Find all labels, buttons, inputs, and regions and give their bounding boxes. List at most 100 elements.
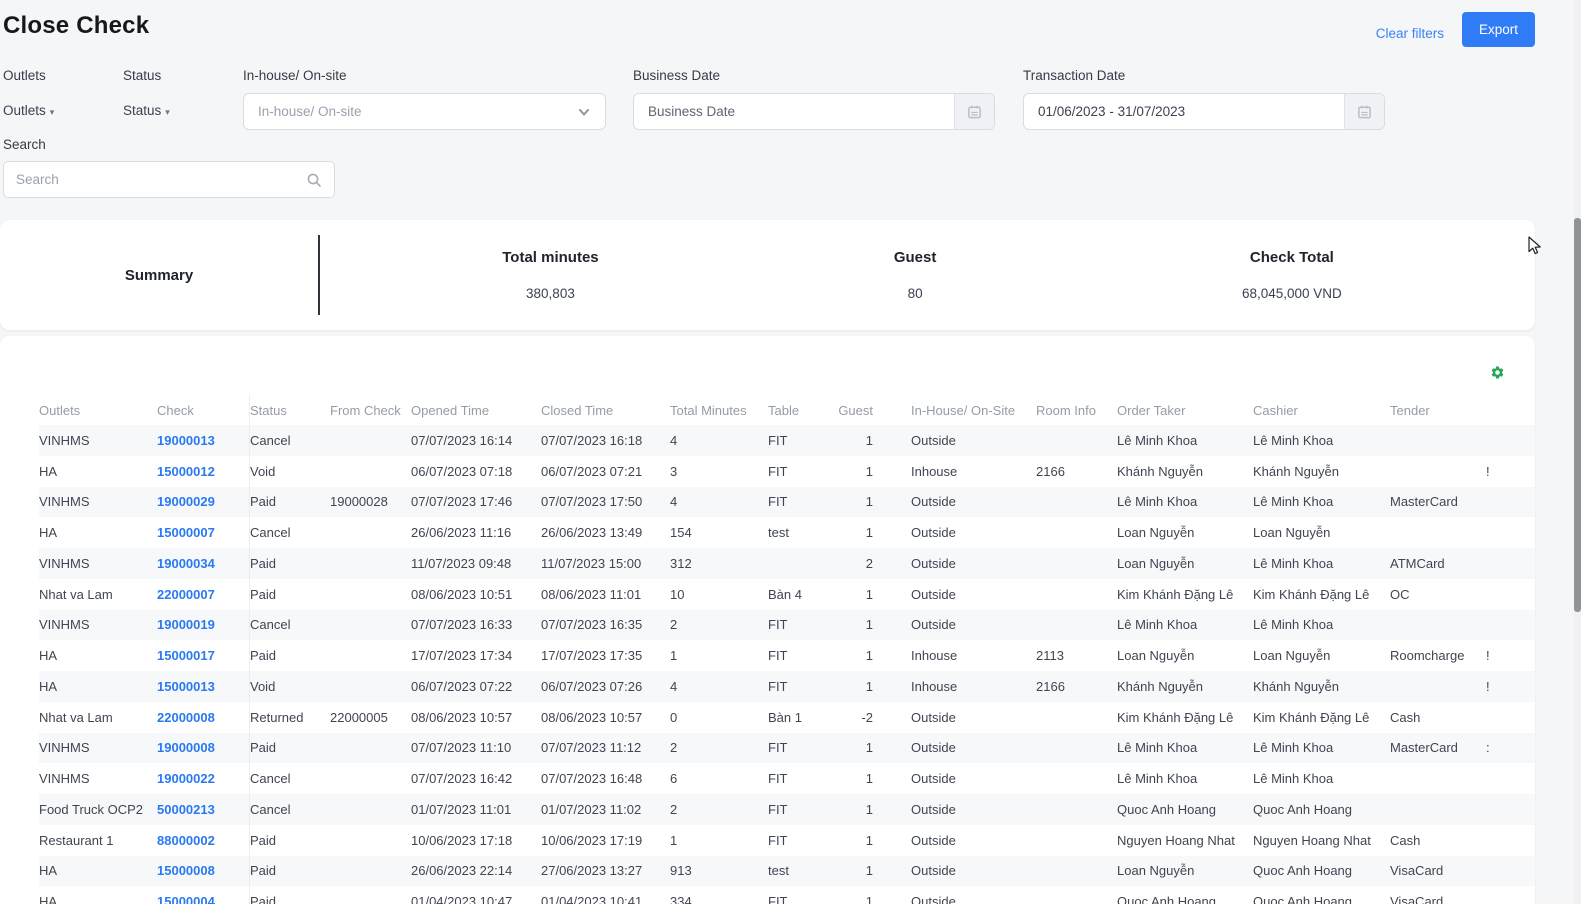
table-cell: Bàn 4 — [768, 587, 830, 602]
table-cell: Inhouse — [911, 679, 1036, 694]
table-row: VINHMS19000013Cancel07/07/2023 16:1407/0… — [39, 425, 1535, 456]
table-cell: 2166 — [1036, 464, 1117, 479]
check-link[interactable]: 50000213 — [157, 794, 250, 825]
column-header: Closed Time — [541, 403, 670, 418]
table-cell: Outside — [911, 587, 1036, 602]
check-link[interactable]: 22000007 — [157, 579, 250, 610]
check-link[interactable]: 15000004 — [157, 886, 250, 904]
table-cell: 06/07/2023 07:22 — [411, 679, 541, 694]
table-cell: 07/07/2023 16:42 — [411, 771, 541, 786]
column-header: Tender — [1390, 403, 1486, 418]
table-settings-gear-icon[interactable] — [1490, 365, 1505, 380]
table-cell: Khánh Nguyễn — [1253, 464, 1390, 479]
check-link[interactable]: 15000017 — [157, 640, 250, 671]
table-cell: 1 — [830, 525, 877, 540]
table-cell: Outside — [911, 894, 1036, 904]
table-cell: 08/06/2023 10:51 — [411, 587, 541, 602]
table-cell: 1 — [830, 464, 877, 479]
table-cell: Quoc Anh Hoang — [1117, 802, 1253, 817]
summary-metrics: Total minutes380,803Guest80Check Total68… — [320, 220, 1536, 330]
table-cell: 26/06/2023 22:14 — [411, 863, 541, 878]
table-cell: Roomcharge — [1390, 648, 1486, 663]
table-row: HA15000017Paid17/07/2023 17:3417/07/2023… — [39, 640, 1535, 671]
table-cell: 1 — [830, 617, 877, 632]
table-cell: 27/06/2023 13:27 — [541, 863, 670, 878]
table-cell: Restaurant 1 — [39, 833, 157, 848]
check-link[interactable]: 15000008 — [157, 856, 250, 887]
table-cell: 08/06/2023 10:57 — [411, 710, 541, 725]
metric-label: Check Total — [1250, 249, 1334, 266]
check-link[interactable]: 19000008 — [157, 733, 250, 764]
window-scrollbar-thumb[interactable] — [1574, 218, 1581, 612]
table-cell: 334 — [670, 894, 768, 904]
table-cell: Paid — [250, 648, 330, 663]
business-date-filter-label: Business Date — [633, 68, 720, 83]
column-header: Table — [768, 403, 830, 418]
table-cell: Khánh Nguyễn — [1253, 679, 1390, 694]
table-cell: Loan Nguyễn — [1117, 525, 1253, 540]
table-cell: 10/06/2023 17:18 — [411, 833, 541, 848]
search-input[interactable] — [16, 172, 306, 187]
table-cell: Lê Minh Khoa — [1117, 617, 1253, 632]
outlets-dropdown[interactable]: Outlets▾ — [3, 103, 54, 118]
export-button[interactable]: Export — [1462, 12, 1535, 47]
table-cell: Nguyen Hoang Nhat — [1253, 833, 1390, 848]
table-row: VINHMS19000008Paid07/07/2023 11:1007/07/… — [39, 733, 1535, 764]
table-cell: 1 — [830, 740, 877, 755]
table-cell: VisaCard — [1390, 894, 1486, 904]
table-cell: Inhouse — [911, 464, 1036, 479]
check-link[interactable]: 19000022 — [157, 763, 250, 794]
table-row: VINHMS19000034Paid11/07/2023 09:4811/07/… — [39, 548, 1535, 579]
table-cell: FIT — [768, 648, 830, 663]
check-link[interactable]: 15000012 — [157, 456, 250, 487]
table-cell: Outside — [911, 494, 1036, 509]
table-cell: Outside — [911, 802, 1036, 817]
table-cell: Outside — [911, 433, 1036, 448]
search-icon[interactable] — [306, 172, 322, 188]
table-cell: FIT — [768, 464, 830, 479]
window-scrollbar-track[interactable] — [1574, 0, 1581, 904]
table-cell: 2 — [670, 740, 768, 755]
table-cell: Quoc Anh Hoang — [1253, 802, 1390, 817]
check-link[interactable]: 19000034 — [157, 548, 250, 579]
table-cell: Lê Minh Khoa — [1117, 494, 1253, 509]
check-link[interactable]: 22000008 — [157, 702, 250, 733]
inhouse-select[interactable]: In-house/ On-site — [243, 93, 606, 130]
check-link[interactable]: 15000007 — [157, 517, 250, 548]
inhouse-filter-label: In-house/ On-site — [243, 68, 347, 83]
table-cell: Void — [250, 679, 330, 694]
table-cell: 07/07/2023 16:33 — [411, 617, 541, 632]
status-dropdown[interactable]: Status▾ — [123, 103, 170, 118]
filters-section: Outlets Status In-house/ On-site Busines… — [0, 60, 1535, 205]
check-link[interactable]: 19000019 — [157, 610, 250, 641]
table-row: Food Truck OCP250000213Cancel01/07/2023 … — [39, 794, 1535, 825]
table-cell: 07/07/2023 17:50 — [541, 494, 670, 509]
clear-filters-link[interactable]: Clear filters — [1376, 26, 1444, 41]
check-link[interactable]: 88000002 — [157, 825, 250, 856]
table-cell: Nhat va Lam — [39, 710, 157, 725]
table-cell: Outside — [911, 833, 1036, 848]
column-header: From Check — [330, 403, 411, 418]
check-link[interactable]: 15000013 — [157, 671, 250, 702]
table-cell: FIT — [768, 833, 830, 848]
table-cell: Nhat va Lam — [39, 587, 157, 602]
calendar-icon[interactable] — [954, 94, 994, 129]
business-date-input[interactable]: Business Date — [633, 93, 995, 130]
topbar: Close Check Clear filters Export — [3, 12, 1535, 47]
table-cell: Lê Minh Khoa — [1253, 617, 1390, 632]
table-cell: Paid — [250, 556, 330, 571]
column-header: Check — [157, 395, 250, 425]
check-link[interactable]: 19000029 — [157, 487, 250, 518]
table-cell: 1 — [830, 433, 877, 448]
summary-card: Summary Total minutes380,803Guest80Check… — [0, 220, 1535, 330]
table-cell: Lê Minh Khoa — [1117, 740, 1253, 755]
table-row: HA15000004Paid01/04/2023 10:4701/04/2023… — [39, 886, 1535, 904]
check-link[interactable]: 19000013 — [157, 425, 250, 456]
table-cell: 1 — [830, 894, 877, 904]
table-cell: 26/06/2023 13:49 — [541, 525, 670, 540]
table-cell: ATMCard — [1390, 556, 1486, 571]
table-cell: 07/07/2023 16:18 — [541, 433, 670, 448]
table-cell: 1 — [830, 863, 877, 878]
calendar-icon[interactable] — [1344, 94, 1384, 129]
transaction-date-input[interactable]: 01/06/2023 - 31/07/2023 — [1023, 93, 1385, 130]
